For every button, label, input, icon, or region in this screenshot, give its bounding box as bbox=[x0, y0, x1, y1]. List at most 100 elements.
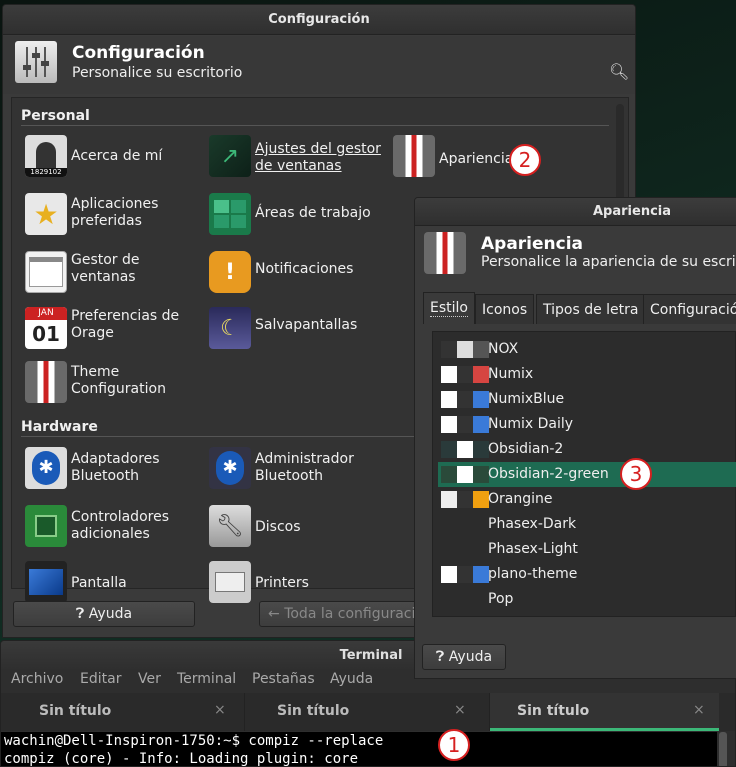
notifications-icon[interactable]: ! bbox=[209, 251, 251, 293]
theme-row-selected[interactable]: Obsidian-2-green bbox=[438, 462, 736, 487]
theme-row[interactable]: NumixBlue bbox=[438, 387, 736, 412]
item-printers[interactable]: Printers bbox=[255, 575, 309, 592]
theme-row[interactable]: Phasex-Light bbox=[438, 537, 736, 562]
orage-month: JAN bbox=[25, 307, 67, 320]
terminal-line: compiz (core) - Info: Loading plugin: co… bbox=[4, 751, 359, 767]
workspaces-icon[interactable] bbox=[209, 193, 251, 235]
item-theme-config[interactable]: Theme Configuration bbox=[71, 364, 181, 398]
theme-name: Phasex-Dark bbox=[488, 516, 577, 532]
wm-tweaks-icon[interactable]: ↗ bbox=[209, 135, 251, 177]
theme-name: Numix bbox=[488, 366, 534, 382]
appearance-icon[interactable] bbox=[393, 135, 435, 177]
settings-help-label: Ayuda bbox=[88, 606, 133, 622]
theme-row[interactable]: Phasex-Dark bbox=[438, 512, 736, 537]
help-icon: ❓︎ bbox=[435, 649, 445, 665]
tab-iconos[interactable]: Iconos bbox=[475, 294, 535, 324]
theme-row[interactable]: Obsidian-2 bbox=[438, 437, 736, 462]
theme-name: Pop bbox=[488, 591, 514, 607]
terminal-tabbar: Sin título × Sin título × Sin título × bbox=[1, 693, 735, 731]
item-bluetooth-adapters[interactable]: Adaptadores Bluetooth bbox=[71, 451, 181, 485]
terminal-scrollbar[interactable] bbox=[719, 732, 727, 766]
bluetooth-manager-icon[interactable]: ✱ bbox=[209, 447, 251, 489]
item-disks[interactable]: Discos bbox=[255, 519, 301, 536]
close-icon[interactable]: × bbox=[214, 702, 226, 718]
display-icon[interactable] bbox=[25, 561, 67, 603]
theme-row[interactable]: Pop bbox=[438, 587, 736, 612]
additional-drivers-icon[interactable] bbox=[25, 505, 67, 547]
item-screensaver[interactable]: Salvapantallas bbox=[255, 317, 357, 334]
item-display[interactable]: Pantalla bbox=[71, 575, 127, 592]
annotation-badge-1: 1 bbox=[438, 729, 470, 761]
tab-configuracion[interactable]: Configuració bbox=[643, 294, 736, 324]
terminal-output[interactable]: wachin@Dell-Inspiron-1750:~$ compiz --re… bbox=[1, 732, 717, 767]
theme-name: NumixBlue bbox=[488, 391, 565, 407]
theme-row[interactable]: NOX bbox=[438, 337, 736, 362]
suit-graphic bbox=[393, 135, 435, 177]
preferred-apps-icon[interactable]: ★ bbox=[25, 193, 67, 235]
window-manager-icon[interactable] bbox=[25, 251, 67, 293]
item-bluetooth-manager[interactable]: Administrador Bluetooth bbox=[255, 451, 375, 485]
appearance-title: Apariencia bbox=[593, 204, 672, 219]
theme-config-icon[interactable] bbox=[25, 361, 67, 403]
item-about-me[interactable]: Acerca de mí bbox=[71, 148, 162, 165]
item-preferred-apps[interactable]: Aplicaciones preferidas bbox=[71, 196, 191, 230]
item-additional-drivers[interactable]: Controladores adicionales bbox=[71, 509, 191, 543]
close-icon[interactable]: × bbox=[693, 702, 705, 718]
appearance-header-subtitle: Personalice la apariencia de su escrito bbox=[481, 254, 736, 270]
disks-icon[interactable]: 🔧︎ bbox=[209, 505, 251, 547]
all-settings-button[interactable]: ← Toda la configuració bbox=[259, 601, 439, 627]
theme-name: Numix Daily bbox=[488, 416, 574, 432]
terminal-tab-2[interactable]: Sin título × bbox=[245, 693, 490, 731]
theme-row[interactable]: Numix Daily bbox=[438, 412, 736, 437]
menu-ayuda[interactable]: Ayuda bbox=[330, 671, 373, 687]
terminal-tab-label: Sin título bbox=[517, 703, 590, 719]
all-settings-label: Toda la configuració bbox=[284, 606, 424, 622]
appearance-app-icon bbox=[424, 232, 466, 274]
close-icon[interactable]: × bbox=[454, 702, 466, 718]
menu-archivo[interactable]: Archivo bbox=[11, 671, 63, 687]
settings-app-icon bbox=[15, 41, 57, 83]
item-appearance[interactable]: Apariencia bbox=[439, 151, 513, 168]
section-hardware: Hardware bbox=[21, 419, 98, 435]
item-window-manager[interactable]: Gestor de ventanas bbox=[71, 252, 171, 286]
orage-day: 01 bbox=[32, 322, 60, 346]
item-workspaces[interactable]: Áreas de trabajo bbox=[255, 205, 371, 222]
menu-ver[interactable]: Ver bbox=[138, 671, 161, 687]
theme-row[interactable]: plano-theme bbox=[438, 562, 736, 587]
about-badge-number: 1829102 bbox=[25, 168, 67, 177]
tab-tipos-de-letra[interactable]: Tipos de letra bbox=[536, 294, 646, 324]
item-wm-tweaks[interactable]: Ajustes del gestor de ventanas bbox=[255, 141, 385, 175]
menu-editar[interactable]: Editar bbox=[80, 671, 121, 687]
item-orage-prefs[interactable]: Preferencias de Orage bbox=[71, 308, 191, 342]
bluetooth-adapters-icon[interactable]: ✱ bbox=[25, 447, 67, 489]
terminal-tab-label: Sin título bbox=[277, 703, 350, 719]
item-wm-tweaks-label: Ajustes del gestor de ventanas bbox=[255, 141, 381, 174]
theme-row[interactable]: Numix bbox=[438, 362, 736, 387]
terminal-tab-3[interactable]: Sin título × bbox=[490, 693, 719, 731]
tab-estilo-label: Estilo bbox=[430, 300, 468, 317]
appearance-help-label: Ayuda bbox=[448, 649, 493, 665]
annotation-badge-2: 2 bbox=[509, 144, 541, 176]
settings-header-title: Configuración bbox=[72, 43, 205, 63]
section-personal: Personal bbox=[21, 108, 90, 124]
theme-name: Orangine bbox=[488, 491, 553, 507]
theme-row[interactable]: Orangine bbox=[438, 487, 736, 512]
theme-name: Phasex-Light bbox=[488, 541, 578, 557]
terminal-tab-1[interactable]: Sin título × bbox=[1, 693, 245, 731]
settings-help-button[interactable]: ❓︎ Ayuda bbox=[13, 601, 195, 627]
orage-calendar-icon[interactable]: JAN 01 bbox=[25, 307, 67, 349]
help-icon: ❓︎ bbox=[75, 606, 85, 622]
screensaver-icon[interactable]: ☾ bbox=[209, 307, 251, 349]
terminal-tab-label: Sin título bbox=[39, 703, 112, 719]
printers-icon[interactable] bbox=[209, 561, 251, 603]
tab-estilo[interactable]: Estilo bbox=[423, 292, 475, 324]
menu-terminal[interactable]: Terminal bbox=[177, 671, 236, 687]
search-icon[interactable]: 🔍︎ bbox=[609, 62, 629, 81]
about-me-icon[interactable]: 1829102 bbox=[25, 135, 67, 177]
theme-name: Obsidian-2-green bbox=[488, 466, 609, 482]
menu-pestanas[interactable]: Pestañas bbox=[252, 671, 315, 687]
item-notifications[interactable]: Notificaciones bbox=[255, 261, 353, 278]
settings-titlebar: Configuración bbox=[3, 5, 635, 35]
suit-graphic bbox=[25, 361, 67, 403]
appearance-help-button[interactable]: ❓︎ Ayuda bbox=[422, 644, 506, 670]
